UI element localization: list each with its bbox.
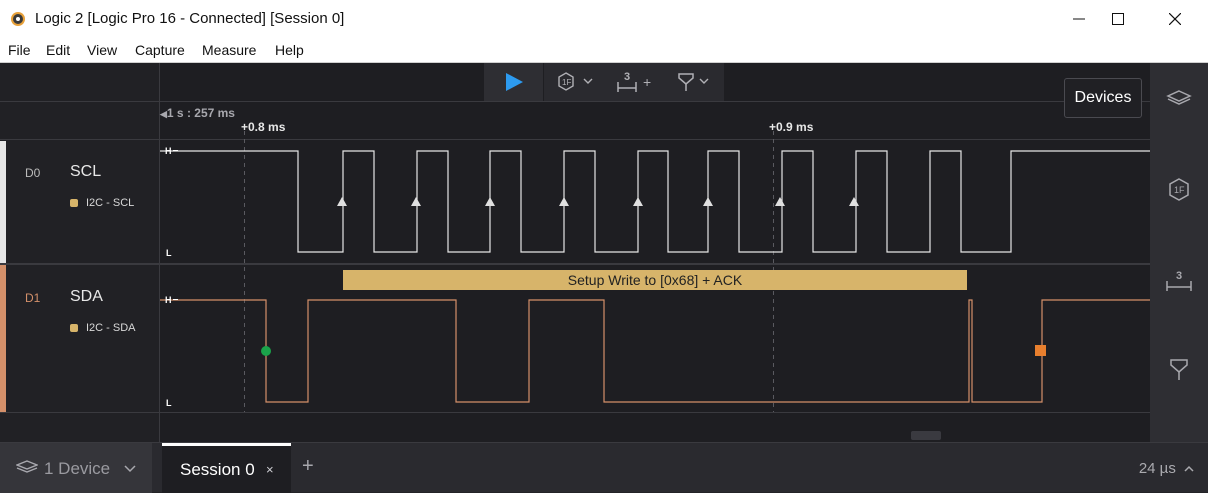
trigger-icon: 1F: [558, 72, 593, 91]
minimize-icon: [1073, 18, 1085, 20]
marker-icon: [1170, 359, 1188, 380]
divider: [0, 412, 160, 413]
high-level-label: H: [165, 295, 172, 305]
devices-icon: [16, 460, 38, 473]
zoom-level[interactable]: 24 µs: [1139, 460, 1194, 477]
menu-bar: File Edit View Capture Measure Help: [0, 38, 1208, 63]
menu-file[interactable]: File: [8, 42, 31, 58]
zoom-value: 24 µs: [1138, 460, 1176, 477]
stop-condition-marker: [1035, 345, 1046, 356]
menu-edit[interactable]: Edit: [46, 42, 70, 58]
time-marker-label: +0.8 ms: [241, 120, 286, 134]
devices-panel-button[interactable]: [1164, 87, 1194, 111]
maximize-button[interactable]: [1095, 6, 1141, 32]
title-bar: Logic 2 [Logic Pro 16 - Connected] [Sess…: [0, 0, 1208, 38]
svg-text:+: +: [643, 74, 651, 90]
analyzers-panel-button[interactable]: 1F: [1164, 177, 1194, 203]
play-icon: [505, 73, 523, 91]
channel-color-bar: [0, 265, 6, 412]
add-session-button[interactable]: +: [302, 455, 314, 478]
markers-panel-button[interactable]: [1164, 357, 1194, 383]
analyzer-color-dot: [70, 199, 78, 207]
close-window-button[interactable]: [1152, 6, 1198, 32]
divider: [0, 139, 160, 140]
protocol-decode-bubble[interactable]: Setup Write to [0x68] + ACK: [343, 270, 967, 290]
window-title: Logic 2 [Logic Pro 16 - Connected] [Sess…: [35, 10, 345, 27]
time-marker-label: +0.9 ms: [769, 120, 814, 134]
sda-waveform: [160, 299, 1150, 403]
chevron-up-icon: [1184, 465, 1194, 472]
svg-text:3: 3: [1176, 270, 1182, 282]
start-capture-button[interactable]: [484, 63, 544, 101]
analyzer-label: I2C - SCL: [86, 197, 135, 209]
close-session-icon[interactable]: ×: [266, 462, 274, 477]
divider: [0, 101, 160, 102]
start-condition-marker: [261, 346, 271, 356]
channel-panel: D0 SCL I2C - SCL D1 SDA I2C - SDA: [0, 63, 160, 442]
low-level-label: L: [166, 398, 172, 408]
menu-measure[interactable]: Measure: [202, 42, 256, 58]
add-marker-button[interactable]: [676, 71, 716, 93]
channel-name[interactable]: SDA: [70, 288, 103, 306]
channel-name[interactable]: SCL: [70, 163, 101, 181]
channel-color-bar: [0, 141, 6, 263]
device-tab[interactable]: 1 Device: [0, 443, 152, 493]
svg-text:1F: 1F: [562, 78, 571, 87]
timeline-origin: ◀1 s : 257 ms: [160, 106, 235, 120]
maximize-icon: [1112, 13, 1124, 25]
channel-number: D0: [25, 166, 41, 180]
marker-icon: [678, 73, 709, 91]
sample-arrows: [337, 197, 859, 206]
devices-icon: [1166, 90, 1192, 105]
trigger-settings-button[interactable]: 1F: [556, 72, 596, 92]
bottom-bar: 1 Device Session 0 × + 24 µs: [0, 442, 1208, 493]
chevron-down-icon: [124, 465, 136, 473]
add-measurement-button[interactable]: 3 +: [616, 70, 656, 94]
scl-waveform: [160, 150, 1150, 253]
high-level-label: H: [165, 146, 172, 156]
waveform-view[interactable]: H L H L ◀1 s : 257 ms +0.8 ms +0.9 ms Se…: [160, 63, 1150, 442]
tooltip-text: Devices: [1074, 89, 1132, 106]
session-tab-label: Session 0: [180, 460, 255, 479]
analyzer-color-dot: [70, 324, 78, 332]
waveform-canvas: H L H L: [160, 101, 1150, 413]
channel-row-d0[interactable]: D0 SCL I2C - SCL: [0, 141, 160, 263]
menu-capture[interactable]: Capture: [135, 42, 185, 58]
low-level-label: L: [166, 248, 172, 258]
capture-toolbar: 1F 3 +: [484, 63, 724, 101]
logic-app-icon: [11, 12, 25, 26]
channel-row-d1[interactable]: D1 SDA I2C - SDA: [0, 265, 160, 412]
timeline-arrow-icon: ◀: [160, 109, 167, 119]
trigger-icon: 1F: [1169, 178, 1189, 201]
right-sidebar: 1F 3: [1150, 63, 1208, 442]
close-icon: [1169, 13, 1181, 25]
horizontal-scroll-handle[interactable]: [911, 431, 941, 440]
main-area: D0 SCL I2C - SCL D1 SDA I2C - SDA H L H …: [0, 63, 1208, 492]
session-tab[interactable]: Session 0 ×: [162, 443, 291, 493]
measure-icon: 3 +: [617, 71, 651, 92]
devices-tooltip: Devices: [1064, 78, 1142, 118]
decode-label: Setup Write to [0x68] + ACK: [567, 272, 743, 288]
menu-help[interactable]: Help: [275, 42, 304, 58]
measurements-panel-button[interactable]: 3: [1164, 267, 1194, 293]
channel-number: D1: [25, 291, 41, 305]
device-count: 1 Device: [44, 459, 111, 478]
menu-view[interactable]: View: [87, 42, 117, 58]
analyzer-label: I2C - SDA: [86, 322, 136, 334]
measure-icon: 3: [1166, 270, 1192, 291]
svg-text:1F: 1F: [1174, 185, 1185, 195]
svg-text:3: 3: [624, 71, 630, 83]
